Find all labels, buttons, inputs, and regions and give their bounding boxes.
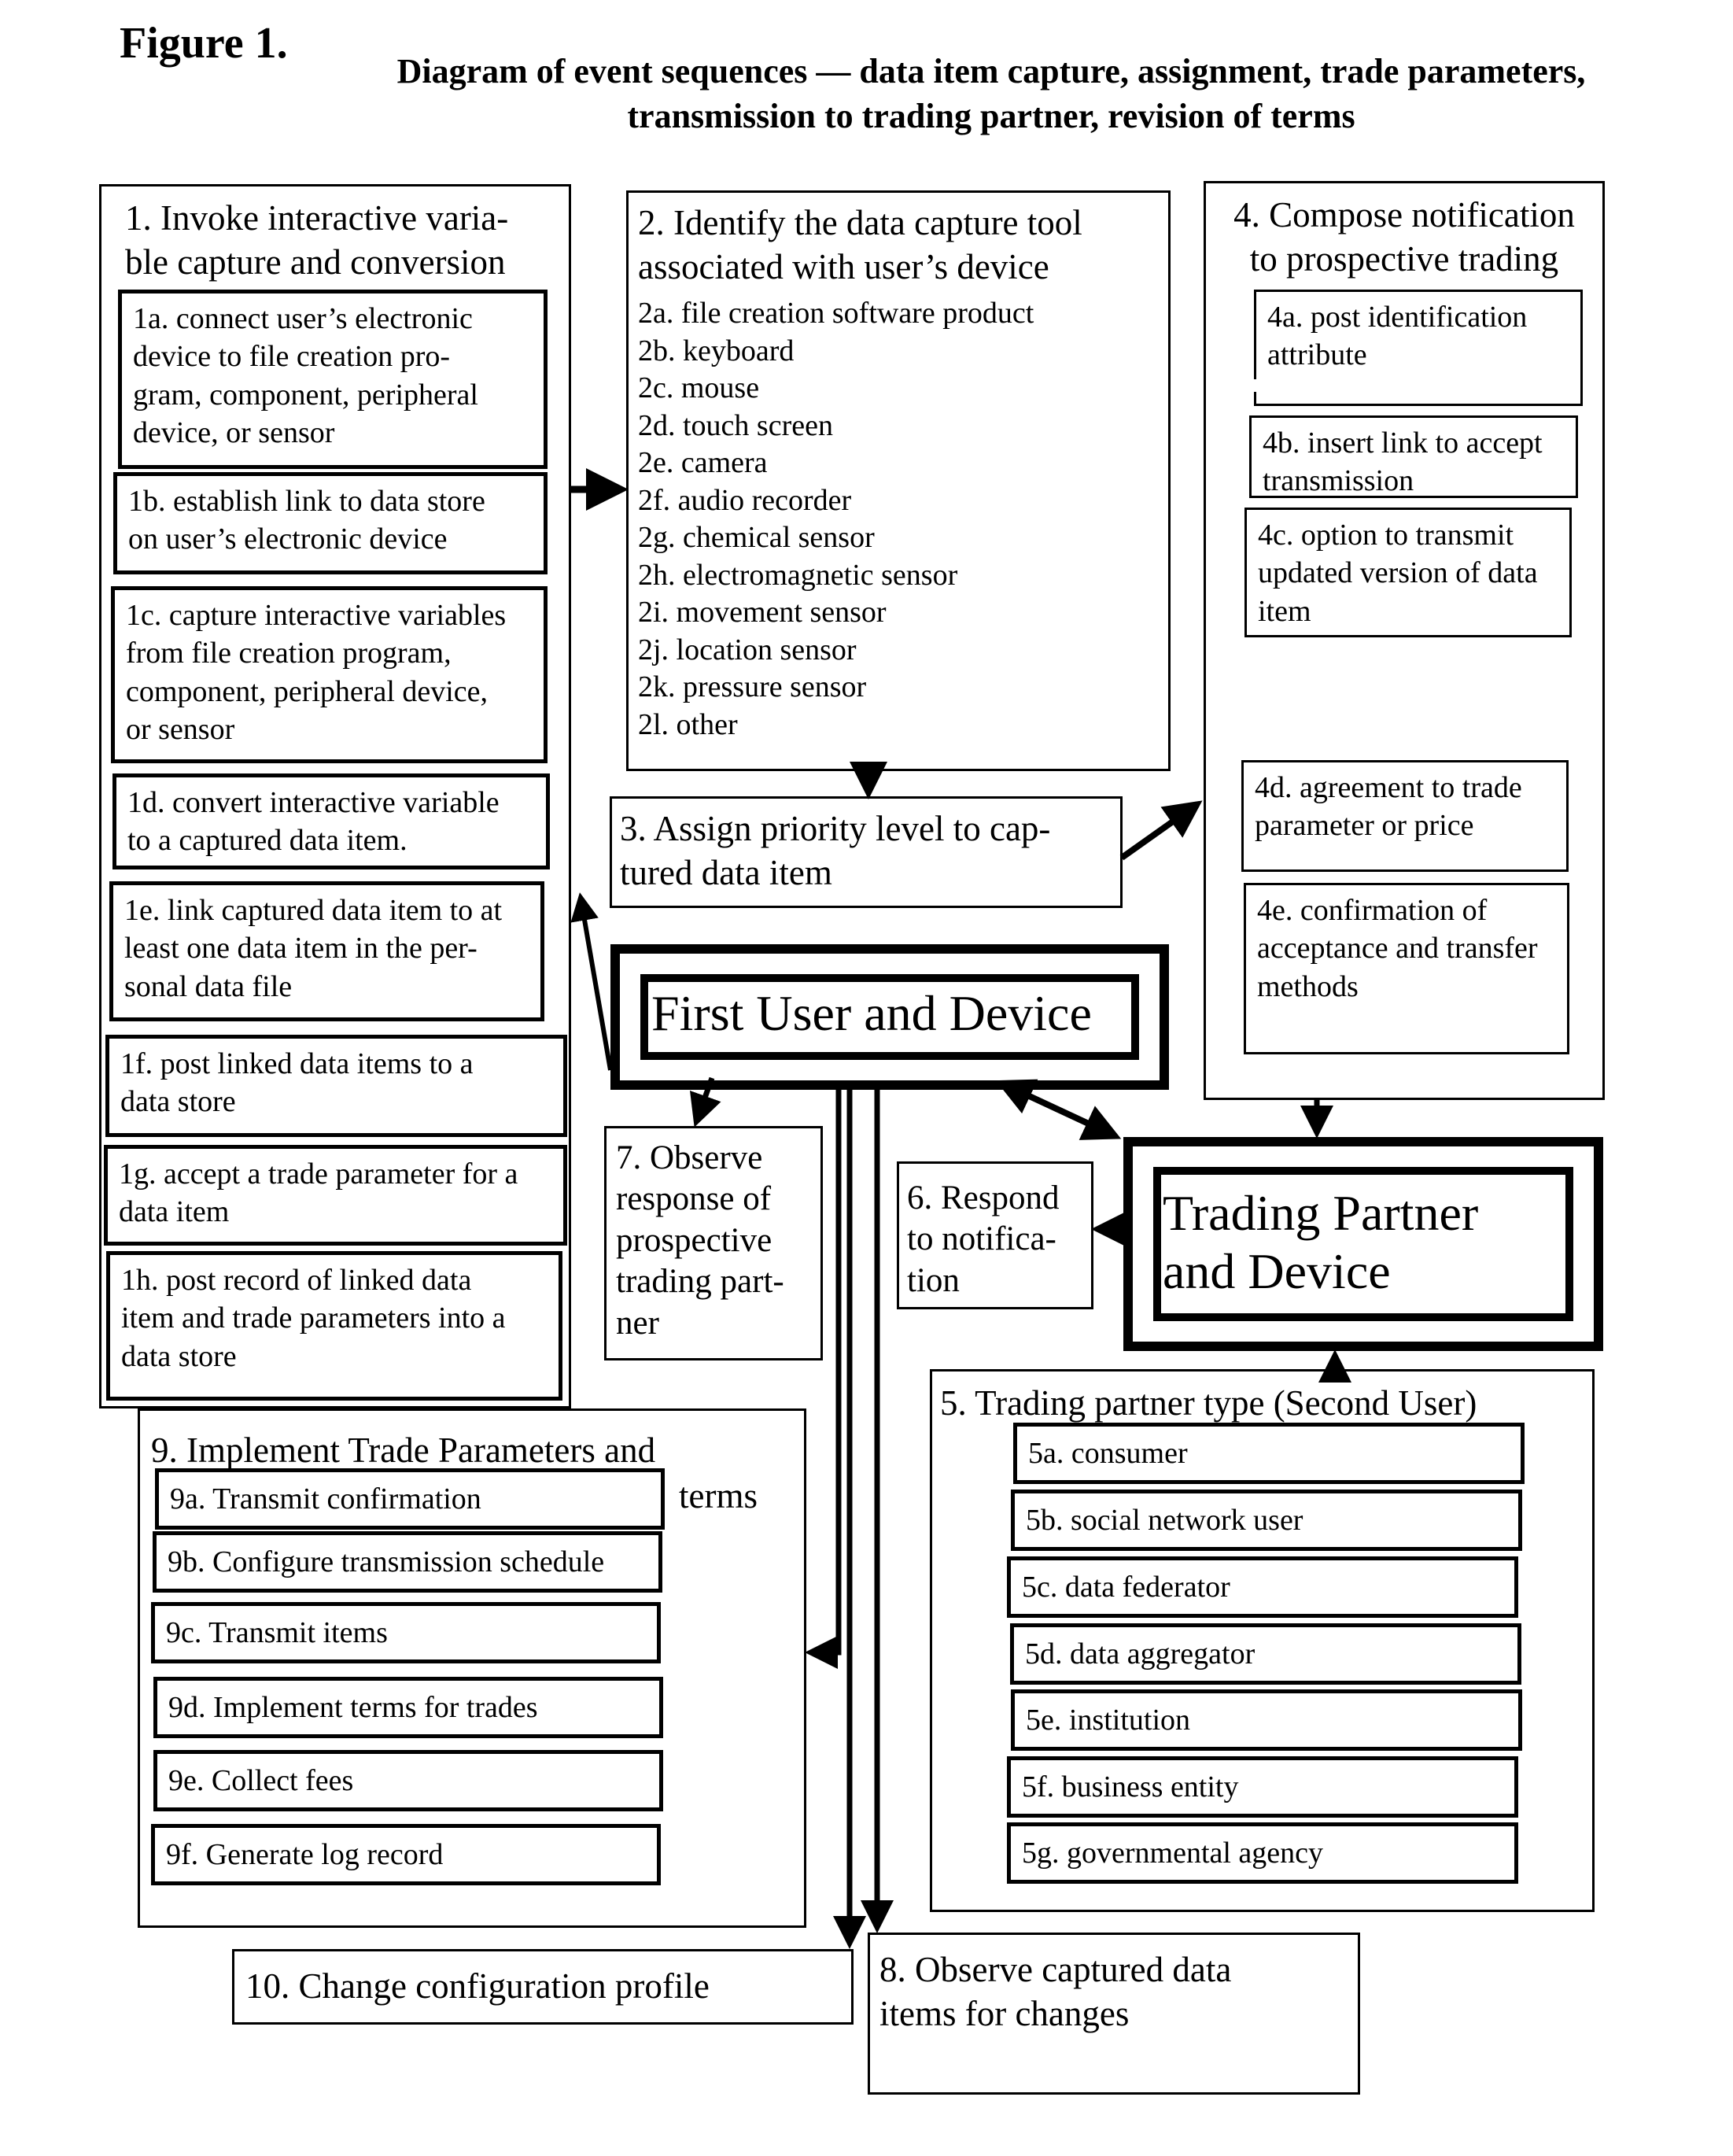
step-5-item-text: 5b. social network user <box>1026 1504 1303 1537</box>
step-5-item-text: 5g. governmental agency <box>1022 1837 1324 1870</box>
step-1b-box: 1b. establish link to data store on user… <box>113 472 548 574</box>
step-5-item-box: 5b. social network user <box>1011 1490 1522 1551</box>
step-5-item-text: 5f. business entity <box>1022 1770 1239 1803</box>
step-5-item-box: 5f. business entity <box>1007 1756 1518 1818</box>
step-3-title: 3. Assign priority level to cap- tured d… <box>620 809 1051 893</box>
step-2b-item: 2b. keyboard <box>638 334 795 367</box>
arrow-user-to-1 <box>570 892 613 1071</box>
step-5-item-box: 5a. consumer <box>1013 1423 1525 1484</box>
step-4d-text: 4d. agreement to trade parameter or pric… <box>1255 771 1522 843</box>
step-8-title: 8. Observe captured data items for chang… <box>879 1950 1232 2034</box>
step-6-title: 6. Respond to notifica- tion <box>907 1180 1060 1299</box>
step-2a-item: 2a. file creation software product <box>638 297 1034 330</box>
step-9-item-box: 9f. Generate log record <box>151 1824 661 1885</box>
step-1h-box: 1h. post record of linked data item and … <box>106 1251 562 1401</box>
step-9-item-text: 9f. Generate log record <box>166 1838 444 1871</box>
step-9-item-text: 9d. Implement terms for trades <box>168 1691 538 1724</box>
step-9-item-text: 9e. Collect fees <box>168 1764 354 1797</box>
step-9-item-text: 9b. Configure transmission schedule <box>168 1545 605 1578</box>
step-4e-box: 4e. confirmation of acceptance and trans… <box>1244 883 1569 1054</box>
step-1d-text: 1d. convert interactive variable to a ca… <box>127 786 500 858</box>
step-3-box: 3. Assign priority level to cap- tured d… <box>610 796 1123 908</box>
step-1c-box: 1c. capture interactive variables from f… <box>111 586 548 763</box>
step-10-title: 10. Change configuration profile <box>245 1966 710 2006</box>
step-2f-item: 2f. audio recorder <box>638 483 852 517</box>
step-9-item-box: 9c. Transmit items <box>151 1602 661 1663</box>
step-6-box: 6. Respond to notifica- tion <box>897 1161 1093 1309</box>
step-1e-box: 1e. link captured data item to at least … <box>109 881 544 1021</box>
step-9-item-box: 9b. Configure transmission schedule <box>153 1531 662 1593</box>
step-5-item-box: 5e. institution <box>1011 1689 1522 1751</box>
step-2e-item: 2e. camera <box>638 446 768 479</box>
step-1g-text: 1g. accept a trade parameter for a data … <box>119 1157 518 1229</box>
step-2-box: 2. Identify the data capture tool associ… <box>626 190 1171 771</box>
step-5-item-text: 5c. data federator <box>1022 1571 1230 1604</box>
step-4b-text: 4b. insert link to accept transmission <box>1263 426 1543 498</box>
step-7-title: 7. Observe response of prospective tradi… <box>616 1139 784 1342</box>
step-4b-box <box>1249 379 1578 392</box>
step-1e-text: 1e. link captured data item to at least … <box>124 894 503 1003</box>
trading-partner-device-node: Trading Partner and Device <box>1123 1137 1603 1351</box>
figure-label: Figure 1. <box>120 19 288 68</box>
step-1b-text: 1b. establish link to data store on user… <box>128 485 485 556</box>
step-5-item-text: 5a. consumer <box>1028 1437 1188 1470</box>
step-5-title: 5. Trading partner type (Second User) <box>940 1383 1477 1423</box>
arrow-3-to-4 <box>1119 800 1203 861</box>
step-2l-item: 2l. other <box>638 707 738 741</box>
step-2-list: 2a. file creation software product 2b. k… <box>638 295 1034 744</box>
step-2d-item: 2d. touch screen <box>638 408 833 442</box>
step-1-title: 1. Invoke interactive varia- ble capture… <box>125 198 509 282</box>
step-5-item-box: 5c. data federator <box>1007 1556 1518 1618</box>
step-2c-item: 2c. mouse <box>638 371 760 404</box>
first-user-device-node: First User and Device <box>610 944 1169 1090</box>
step-4c-text: 4c. option to transmit updated version o… <box>1258 519 1538 628</box>
step-9-title: 9. Implement Trade Parameters and <box>151 1431 656 1470</box>
step-1a-box: 1a. connect user’s electronic device to … <box>118 290 548 469</box>
step-2j-item: 2j. location sensor <box>638 633 857 666</box>
step-4a-text: 4a. post identification attribute <box>1267 301 1528 372</box>
step-2k-item: 2k. pressure sensor <box>638 670 867 703</box>
step-9-title-cont: terms <box>679 1476 758 1515</box>
step-4c-box: 4c. option to transmit updated version o… <box>1244 508 1572 637</box>
step-9-item-text: 9c. Transmit items <box>166 1616 388 1649</box>
step-9-item-box: 9e. Collect fees <box>153 1750 663 1811</box>
step-10-box: 10. Change configuration profile <box>232 1949 854 2025</box>
step-7-box: 7. Observe response of prospective tradi… <box>604 1126 823 1360</box>
step-2-title: 2. Identify the data capture tool associ… <box>638 203 1082 287</box>
step-5-item-text: 5e. institution <box>1026 1704 1190 1737</box>
step-1f-box: 1f. post linked data items to a data sto… <box>105 1035 567 1137</box>
step-2i-item: 2i. movement sensor <box>638 596 887 629</box>
step-1f-text: 1f. post linked data items to a data sto… <box>120 1047 474 1119</box>
step-1d-box: 1d. convert interactive variable to a ca… <box>112 773 550 869</box>
arrow-user-partner <box>995 1079 1122 1140</box>
step-5-item-box: 5d. data aggregator <box>1010 1623 1521 1685</box>
step-1h-text: 1h. post record of linked data item and … <box>121 1264 506 1373</box>
step-5-item-text: 5d. data aggregator <box>1025 1637 1256 1671</box>
step-9-item-text: 9a. Transmit confirmation <box>170 1482 481 1515</box>
figure-title: Diagram of event sequences — data item c… <box>396 52 1586 136</box>
step-2h-item: 2h. electromagnetic sensor <box>638 558 958 592</box>
step-4b-box-main: 4b. insert link to accept transmission <box>1249 415 1578 498</box>
trading-partner-label: Trading Partner and Device <box>1163 1185 1479 1299</box>
step-1a-text: 1a. connect user’s electronic device to … <box>133 302 478 449</box>
step-2g-item: 2g. chemical sensor <box>638 521 875 554</box>
step-5-item-box: 5g. governmental agency <box>1007 1822 1518 1884</box>
step-9-item-box: 9d. Implement terms for trades <box>153 1677 663 1738</box>
step-1c-text: 1c. capture interactive variables from f… <box>126 599 507 746</box>
step-1g-box: 1g. accept a trade parameter for a data … <box>104 1145 567 1246</box>
first-user-label: First User and Device <box>651 985 1092 1041</box>
step-4e-text: 4e. confirmation of acceptance and trans… <box>1257 894 1538 1003</box>
step-9-item-box: 9a. Transmit confirmation <box>155 1468 665 1530</box>
step-4d-box: 4d. agreement to trade parameter or pric… <box>1241 760 1569 872</box>
step-8-box: 8. Observe captured data items for chang… <box>868 1933 1360 2095</box>
